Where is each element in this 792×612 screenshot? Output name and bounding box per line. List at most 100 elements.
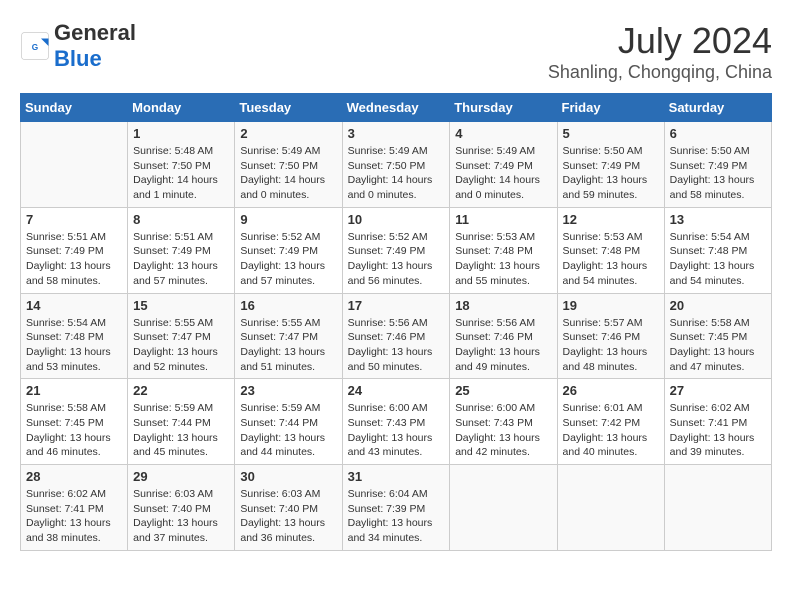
day-info: Sunrise: 5:56 AMSunset: 7:46 PMDaylight:…: [348, 316, 445, 375]
day-info: Sunrise: 5:51 AMSunset: 7:49 PMDaylight:…: [133, 230, 229, 289]
calendar-cell: 5 Sunrise: 5:50 AMSunset: 7:49 PMDaylight…: [557, 122, 664, 208]
calendar-cell: 26 Sunrise: 6:01 AMSunset: 7:42 PMDayligh…: [557, 379, 664, 465]
day-info: Sunrise: 5:56 AMSunset: 7:46 PMDaylight:…: [455, 316, 551, 375]
calendar-cell: 18 Sunrise: 5:56 AMSunset: 7:46 PMDayligh…: [450, 293, 557, 379]
day-number: 11: [455, 212, 551, 227]
weekday-header-sunday: Sunday: [21, 94, 128, 122]
calendar-cell: [450, 465, 557, 551]
calendar-week-3: 14 Sunrise: 5:54 AMSunset: 7:48 PMDayligh…: [21, 293, 772, 379]
day-number: 4: [455, 126, 551, 141]
day-info: Sunrise: 5:55 AMSunset: 7:47 PMDaylight:…: [133, 316, 229, 375]
page-header: G General Blue July 2024 Shanling, Chong…: [20, 20, 772, 83]
day-info: Sunrise: 5:55 AMSunset: 7:47 PMDaylight:…: [240, 316, 336, 375]
calendar-cell: 23 Sunrise: 5:59 AMSunset: 7:44 PMDayligh…: [235, 379, 342, 465]
day-number: 27: [670, 383, 766, 398]
day-number: 26: [563, 383, 659, 398]
calendar-week-5: 28 Sunrise: 6:02 AMSunset: 7:41 PMDayligh…: [21, 465, 772, 551]
day-number: 21: [26, 383, 122, 398]
calendar-week-4: 21Sunrise: 5:58 AMSunset: 7:45 PMDayligh…: [21, 379, 772, 465]
day-info: Sunrise: 5:54 AMSunset: 7:48 PMDaylight:…: [26, 316, 122, 375]
day-number: 23: [240, 383, 336, 398]
day-info: Sunrise: 5:52 AMSunset: 7:49 PMDaylight:…: [240, 230, 336, 289]
day-number: 24: [348, 383, 445, 398]
day-info: Sunrise: 5:52 AMSunset: 7:49 PMDaylight:…: [348, 230, 445, 289]
weekday-header-tuesday: Tuesday: [235, 94, 342, 122]
day-info: Sunrise: 5:57 AMSunset: 7:46 PMDaylight:…: [563, 316, 659, 375]
weekday-header-saturday: Saturday: [664, 94, 771, 122]
calendar-cell: [21, 122, 128, 208]
day-number: 15: [133, 298, 229, 313]
day-info: Sunrise: 5:51 AMSunset: 7:49 PMDaylight:…: [26, 230, 122, 289]
calendar-cell: 1 Sunrise: 5:48 AMSunset: 7:50 PMDaylight…: [128, 122, 235, 208]
day-number: 17: [348, 298, 445, 313]
day-number: 30: [240, 469, 336, 484]
day-number: 6: [670, 126, 766, 141]
day-number: 16: [240, 298, 336, 313]
day-number: 29: [133, 469, 229, 484]
calendar-cell: 11 Sunrise: 5:53 AMSunset: 7:48 PMDayligh…: [450, 207, 557, 293]
calendar-cell: 9 Sunrise: 5:52 AMSunset: 7:49 PMDaylight…: [235, 207, 342, 293]
calendar-cell: 21Sunrise: 5:58 AMSunset: 7:45 PMDayligh…: [21, 379, 128, 465]
day-info: Sunrise: 5:48 AMSunset: 7:50 PMDaylight:…: [133, 144, 229, 203]
day-number: 20: [670, 298, 766, 313]
logo-icon: G: [20, 31, 50, 61]
day-info: Sunrise: 5:50 AMSunset: 7:49 PMDaylight:…: [670, 144, 766, 203]
weekday-header-monday: Monday: [128, 94, 235, 122]
calendar-cell: 8 Sunrise: 5:51 AMSunset: 7:49 PMDaylight…: [128, 207, 235, 293]
day-number: 1: [133, 126, 229, 141]
calendar-cell: 14 Sunrise: 5:54 AMSunset: 7:48 PMDayligh…: [21, 293, 128, 379]
day-info: Sunrise: 5:58 AMSunset: 7:45 PMDaylight:…: [670, 316, 766, 375]
day-info: Sunrise: 6:00 AMSunset: 7:43 PMDaylight:…: [455, 401, 551, 460]
day-number: 19: [563, 298, 659, 313]
weekday-header-friday: Friday: [557, 94, 664, 122]
calendar-cell: 13 Sunrise: 5:54 AMSunset: 7:48 PMDayligh…: [664, 207, 771, 293]
day-number: 10: [348, 212, 445, 227]
day-number: 18: [455, 298, 551, 313]
day-info: Sunrise: 6:02 AMSunset: 7:41 PMDaylight:…: [670, 401, 766, 460]
calendar-cell: 30 Sunrise: 6:03 AMSunset: 7:40 PMDayligh…: [235, 465, 342, 551]
calendar-cell: 31Sunrise: 6:04 AMSunset: 7:39 PMDayligh…: [342, 465, 450, 551]
calendar-cell: 3 Sunrise: 5:49 AMSunset: 7:50 PMDaylight…: [342, 122, 450, 208]
day-info: Sunrise: 6:01 AMSunset: 7:42 PMDaylight:…: [563, 401, 659, 460]
calendar-cell: 7 Sunrise: 5:51 AMSunset: 7:49 PMDaylight…: [21, 207, 128, 293]
day-info: Sunrise: 5:53 AMSunset: 7:48 PMDaylight:…: [455, 230, 551, 289]
day-info: Sunrise: 5:49 AMSunset: 7:50 PMDaylight:…: [240, 144, 336, 203]
day-info: Sunrise: 5:50 AMSunset: 7:49 PMDaylight:…: [563, 144, 659, 203]
logo: G General Blue: [20, 20, 136, 72]
calendar-table: SundayMondayTuesdayWednesdayThursdayFrid…: [20, 93, 772, 551]
calendar-cell: 25 Sunrise: 6:00 AMSunset: 7:43 PMDayligh…: [450, 379, 557, 465]
calendar-cell: 22Sunrise: 5:59 AMSunset: 7:44 PMDayligh…: [128, 379, 235, 465]
day-number: 28: [26, 469, 122, 484]
month-year-title: July 2024: [548, 20, 772, 62]
calendar-cell: 19 Sunrise: 5:57 AMSunset: 7:46 PMDayligh…: [557, 293, 664, 379]
calendar-cell: 16 Sunrise: 5:55 AMSunset: 7:47 PMDayligh…: [235, 293, 342, 379]
day-number: 9: [240, 212, 336, 227]
day-info: Sunrise: 6:02 AMSunset: 7:41 PMDaylight:…: [26, 487, 122, 546]
day-info: Sunrise: 6:03 AMSunset: 7:40 PMDaylight:…: [240, 487, 336, 546]
calendar-cell: 28 Sunrise: 6:02 AMSunset: 7:41 PMDayligh…: [21, 465, 128, 551]
day-number: 5: [563, 126, 659, 141]
day-info: Sunrise: 5:49 AMSunset: 7:50 PMDaylight:…: [348, 144, 445, 203]
day-info: Sunrise: 5:54 AMSunset: 7:48 PMDaylight:…: [670, 230, 766, 289]
calendar-week-1: 1 Sunrise: 5:48 AMSunset: 7:50 PMDaylight…: [21, 122, 772, 208]
day-info: Sunrise: 6:04 AMSunset: 7:39 PMDaylight:…: [348, 487, 445, 546]
calendar-cell: 6 Sunrise: 5:50 AMSunset: 7:49 PMDaylight…: [664, 122, 771, 208]
calendar-cell: 12Sunrise: 5:53 AMSunset: 7:48 PMDayligh…: [557, 207, 664, 293]
day-info: Sunrise: 6:00 AMSunset: 7:43 PMDaylight:…: [348, 401, 445, 460]
day-number: 22: [133, 383, 229, 398]
day-number: 13: [670, 212, 766, 227]
day-number: 14: [26, 298, 122, 313]
calendar-cell: 27 Sunrise: 6:02 AMSunset: 7:41 PMDayligh…: [664, 379, 771, 465]
day-number: 7: [26, 212, 122, 227]
day-number: 3: [348, 126, 445, 141]
day-number: 8: [133, 212, 229, 227]
day-number: 25: [455, 383, 551, 398]
day-info: Sunrise: 5:59 AMSunset: 7:44 PMDaylight:…: [240, 401, 336, 460]
calendar-cell: 4Sunrise: 5:49 AMSunset: 7:49 PMDaylight…: [450, 122, 557, 208]
svg-text:G: G: [32, 43, 38, 52]
weekday-header-wednesday: Wednesday: [342, 94, 450, 122]
day-number: 2: [240, 126, 336, 141]
calendar-cell: 24 Sunrise: 6:00 AMSunset: 7:43 PMDayligh…: [342, 379, 450, 465]
calendar-week-2: 7 Sunrise: 5:51 AMSunset: 7:49 PMDaylight…: [21, 207, 772, 293]
logo-blue-text: Blue: [54, 46, 102, 71]
